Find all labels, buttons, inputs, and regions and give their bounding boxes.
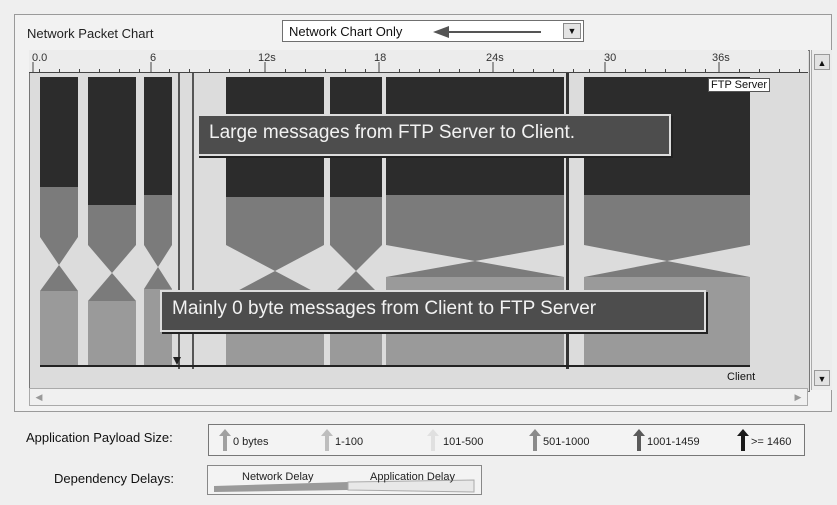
delay-legend-label: Dependency Delays: [54,471,174,486]
view-mode-dropdown[interactable]: Network Chart Only ▼ [282,20,584,42]
tick-label: 30 [604,52,617,64]
chevron-down-icon[interactable]: ▼ [563,23,581,39]
tick-label: 18 [374,52,387,64]
packet-column [584,195,750,245]
packet-column [88,301,136,366]
payload-legend-label: Application Payload Size: [26,430,173,445]
packet-chart-area[interactable] [29,50,810,392]
application-delay-label: Application Delay [370,471,455,483]
tick-label: 24s [486,52,504,64]
node-label-ftp-server: FTP Server [708,78,771,92]
payload-item-label: 501-1000 [543,436,590,448]
scroll-up-icon[interactable]: ▲ [814,54,830,70]
packet-column [40,77,78,187]
packet-column [88,205,136,245]
delay-legend: Network Delay Application Delay [207,465,482,495]
packet-column [40,291,78,366]
tick-label: 6 [150,52,157,64]
ruler-ticks [32,62,800,72]
tick-label: 12s [258,52,276,64]
packet-column [88,77,136,205]
client-baseline [40,365,750,367]
view-mode-value: Network Chart Only [289,24,403,39]
packet-column [144,195,172,245]
packet-column [144,77,172,195]
tick-label: 0.0 [32,52,48,64]
packet-column [40,187,78,237]
payload-item-label: 1-100 [335,436,364,448]
up-arrow-icon [633,429,645,451]
payload-item-label: 101-500 [443,436,484,448]
up-arrow-icon [219,429,231,451]
packet-chart-svg [30,73,809,391]
scroll-right-icon[interactable]: ▶ [791,390,805,404]
packet-column [386,195,564,245]
up-arrow-icon [427,429,439,451]
up-arrow-icon [529,429,541,451]
horizontal-scrollbar[interactable]: ◀ ▶ [29,388,808,406]
scroll-left-icon[interactable]: ◀ [32,390,46,404]
up-arrow-icon [321,429,333,451]
payload-legend: 0 bytes 1-100 101-500 501-1000 1001-1459… [208,424,805,456]
tick-label: 36s [712,52,730,64]
vertical-scrollbar[interactable]: ▲ ▼ [811,50,832,390]
left-arrow-icon [433,26,541,38]
up-arrow-icon [737,429,749,451]
scroll-down-icon[interactable]: ▼ [814,370,830,386]
time-ruler[interactable] [29,50,808,73]
payload-item-label: 0 bytes [233,436,269,448]
callout-bottom: Mainly 0 byte messages from Client to FT… [160,290,706,332]
network-delay-label: Network Delay [242,471,314,483]
packet-column [226,197,324,245]
callout-top: Large messages from FTP Server to Client… [197,114,671,156]
node-label-client: Client [727,371,756,383]
payload-item-label: 1001-1459 [647,436,700,448]
panel-title: Network Packet Chart [27,26,154,41]
payload-item-label: >= 1460 [751,436,792,448]
packet-column [330,197,382,245]
